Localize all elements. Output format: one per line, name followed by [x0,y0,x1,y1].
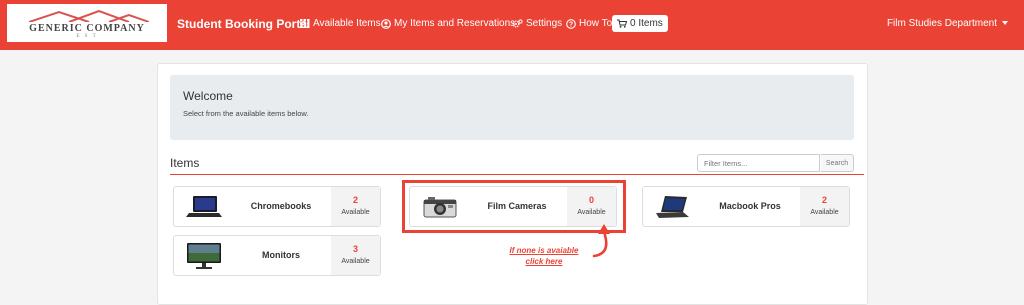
grid-icon [300,19,310,28]
nav-how-to-label: How To [579,18,613,29]
nav-available-items[interactable]: Available Items [300,18,381,29]
curved-arrow-icon [592,224,610,258]
department-label: Film Studies Department [886,18,997,29]
logo-company-name: GENERIC COMPANY [29,23,145,34]
availability-box: 2 Available [800,187,849,226]
item-card-chromebooks[interactable]: Chromebooks 2 Available [173,186,381,227]
nav-settings[interactable]: Settings [512,18,562,29]
welcome-banner: Welcome Select from the available items … [170,75,854,140]
items-divider [170,174,864,175]
shopping-cart-icon [617,19,627,28]
item-name: Macbook Pros [719,201,781,211]
item-name: Chromebooks [250,201,312,211]
item-name: Monitors [262,250,300,260]
cart-count: 0 Items [630,18,663,29]
available-label: Available [341,258,370,265]
company-logo[interactable]: GENERIC COMPANY E S T [7,4,167,42]
nav-how-to[interactable]: ? How To [566,18,612,29]
monitor-icon [187,243,221,269]
available-count: 2 [821,195,827,205]
cart-button[interactable]: 0 Items [612,15,668,32]
welcome-subtitle: Select from the available items below. [183,109,309,118]
question-circle-icon: ? [566,18,576,29]
nav-my-items[interactable]: My Items and Reservations [381,18,515,29]
nav-settings-label: Settings [526,18,563,29]
annotation-note[interactable]: If none is avaiable click here [502,245,586,267]
nav-available-items-label: Available Items [313,18,381,29]
item-card-macbook-pros[interactable]: Macbook Pros 2 Available [642,186,850,227]
items-heading: Items [170,156,200,170]
caret-down-icon [1002,21,1008,26]
logo-subtext: E S T [76,34,98,39]
available-label: Available [810,209,839,216]
filter-items-input[interactable] [697,154,820,172]
available-count: 3 [352,244,358,254]
annotation-line-1: If none is avaiable [509,246,579,255]
macbook-icon [656,196,689,218]
chromebook-icon [186,196,222,217]
available-count: 2 [352,195,358,205]
welcome-title: Welcome [183,89,233,103]
available-label: Available [341,209,370,216]
search-button[interactable]: Search [821,154,854,172]
nav-my-items-label: My Items and Reservations [394,18,516,29]
brand-title[interactable]: Student Booking Portal [177,17,310,31]
annotation-line-2: click here [525,257,563,266]
user-circle-icon [381,18,391,29]
house-roof-icon [29,10,149,22]
top-navbar: GENERIC COMPANY E S T Student Booking Po… [0,0,1024,50]
gears-icon [512,18,523,27]
svg-text:?: ? [569,21,573,28]
availability-box: 2 Available [331,187,380,226]
department-dropdown[interactable]: Film Studies Department [887,18,1008,29]
availability-box: 3 Available [331,236,380,275]
item-card-monitors[interactable]: Monitors 3 Available [173,235,381,276]
